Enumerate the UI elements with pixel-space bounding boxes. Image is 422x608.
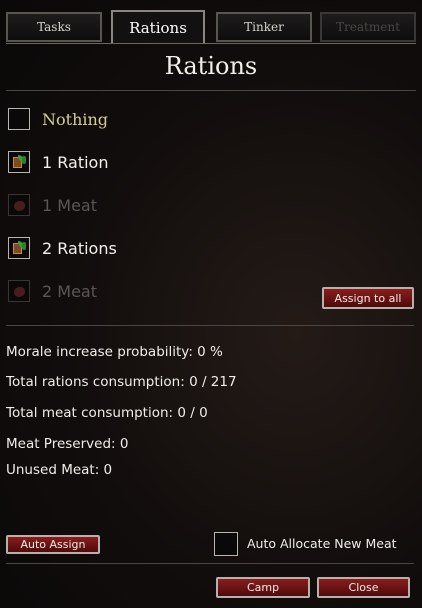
morale-probability: Morale increase probability: 0 % bbox=[6, 344, 223, 360]
auto-allocate-checkbox[interactable] bbox=[214, 532, 238, 556]
page-title: Rations bbox=[164, 52, 258, 80]
rations-consumption: Total rations consumption: 0 / 217 bbox=[6, 374, 237, 390]
ration-icon bbox=[12, 155, 27, 169]
title-divider bbox=[6, 90, 416, 91]
option-1-meat: 1 Meat bbox=[8, 192, 97, 218]
option-checkbox[interactable] bbox=[8, 108, 30, 130]
tab-tinker[interactable]: Tinker bbox=[216, 12, 312, 42]
option-checkbox[interactable] bbox=[8, 151, 30, 173]
option-label: 2 Meat bbox=[42, 281, 97, 301]
ration-icon bbox=[12, 241, 27, 255]
meat-icon bbox=[12, 284, 27, 299]
option-checkbox[interactable] bbox=[8, 237, 30, 259]
option-2-meat: 2 Meat bbox=[8, 278, 97, 304]
unused-meat: Unused Meat: 0 bbox=[6, 462, 113, 478]
option-label: Nothing bbox=[42, 109, 109, 129]
divider bbox=[6, 325, 414, 326]
option-label: 1 Ration bbox=[42, 152, 109, 172]
option-checkbox bbox=[8, 194, 30, 216]
close-button[interactable]: Close bbox=[317, 577, 410, 598]
meat-preserved: Meat Preserved: 0 bbox=[6, 436, 129, 452]
option-label: 2 Rations bbox=[42, 238, 117, 258]
option-nothing[interactable]: Nothing bbox=[8, 106, 108, 132]
option-2-rations[interactable]: 2 Rations bbox=[8, 235, 117, 261]
auto-assign-button[interactable]: Auto Assign bbox=[6, 535, 100, 554]
tab-treatment: Treatment bbox=[320, 12, 416, 42]
camp-button[interactable]: Camp bbox=[216, 577, 310, 598]
tab-bar: Tasks Rations Tinker Treatment bbox=[0, 0, 422, 44]
tab-tasks[interactable]: Tasks bbox=[6, 12, 102, 42]
option-checkbox bbox=[8, 280, 30, 302]
assign-to-all-button[interactable]: Assign to all bbox=[322, 287, 414, 309]
footer-divider bbox=[6, 563, 414, 564]
meat-icon bbox=[12, 198, 27, 213]
option-1-ration[interactable]: 1 Ration bbox=[8, 149, 108, 175]
meat-consumption: Total meat consumption: 0 / 0 bbox=[6, 405, 208, 421]
auto-allocate-label: Auto Allocate New Meat bbox=[247, 536, 397, 551]
option-label: 1 Meat bbox=[42, 195, 97, 215]
tab-divider bbox=[6, 43, 416, 44]
tab-rations[interactable]: Rations bbox=[111, 10, 205, 44]
